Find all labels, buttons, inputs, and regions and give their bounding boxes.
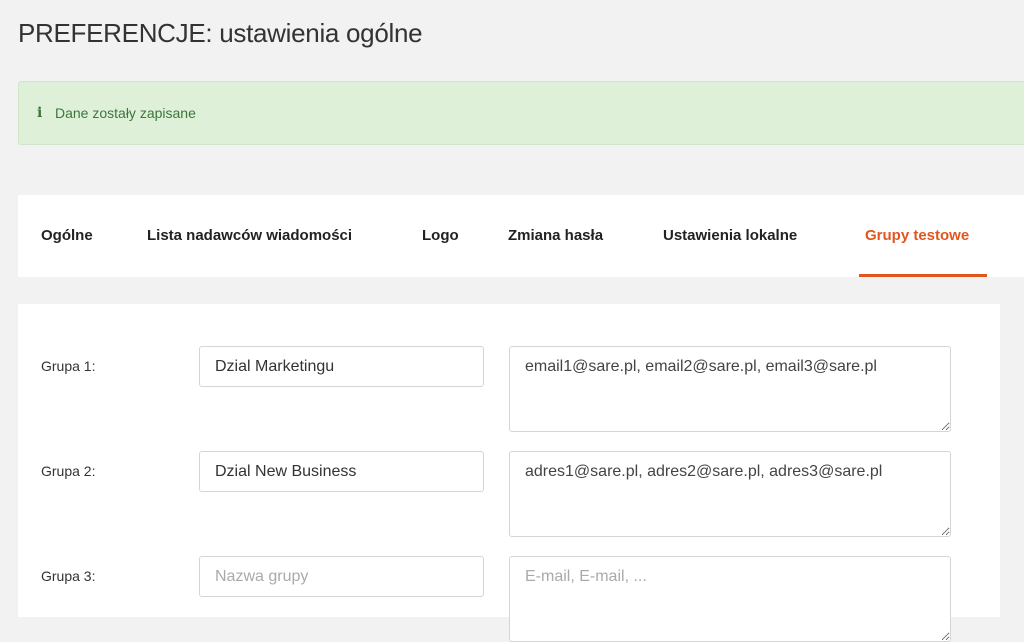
group-3-label: Grupa 3: [41, 568, 96, 584]
tab-label: Lista nadawców wiadomości [147, 227, 353, 244]
group-1-name-input[interactable] [199, 346, 484, 387]
preferences-tabs: Ogólne Lista nadawców wiadomości Logo Zm… [18, 195, 1024, 277]
group-2-emails-textarea[interactable]: adres1@sare.pl, adres2@sare.pl, adres3@s… [509, 451, 951, 537]
tab-test-groups[interactable]: Grupy testowe [859, 195, 987, 277]
tab-label: Logo [422, 227, 459, 244]
group-3-name-input[interactable] [199, 556, 484, 597]
group-1-emails-textarea[interactable]: email1@sare.pl, email2@sare.pl, email3@s… [509, 346, 951, 432]
page-title: PREFERENCJE: ustawienia ogólne [18, 18, 423, 48]
group-2-name-input[interactable] [199, 451, 484, 492]
alert-message: Dane zostały zapisane [55, 105, 196, 121]
group-3-emails-textarea[interactable] [509, 556, 951, 642]
group-2-label: Grupa 2: [41, 463, 96, 479]
tab-label: Ustawienia lokalne [663, 227, 798, 244]
success-alert: i Dane zostały zapisane [18, 81, 1024, 145]
tab-label: Zmiana hasła [508, 227, 604, 244]
tab-label: Grupy testowe [865, 227, 970, 244]
tab-label: Ogólne [41, 227, 93, 244]
info-icon: i [37, 105, 43, 121]
group-1-label: Grupa 1: [41, 358, 96, 374]
test-groups-panel: Grupa 1: email1@sare.pl, email2@sare.pl,… [18, 304, 1000, 642]
